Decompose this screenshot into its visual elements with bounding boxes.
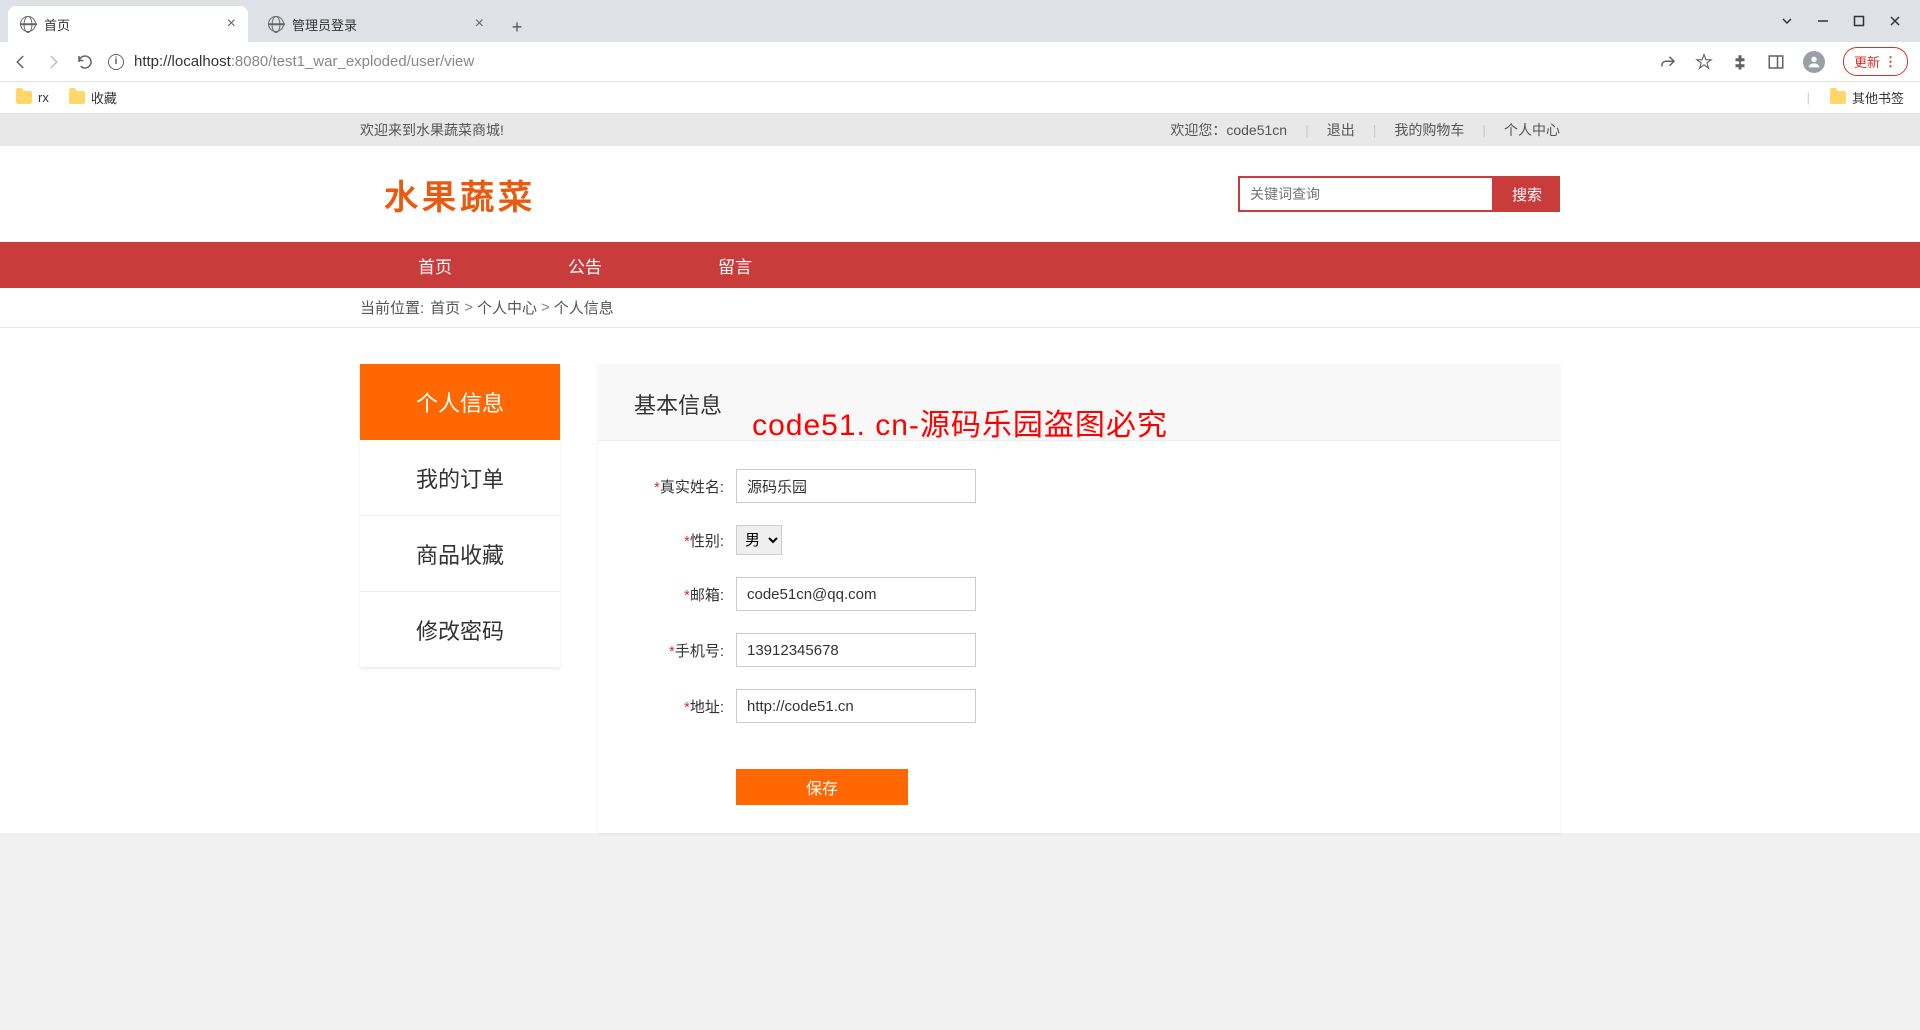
name-label: *真实姓名: <box>634 476 724 497</box>
search-box: 搜索 <box>1238 176 1560 212</box>
email-label: *邮箱: <box>634 584 724 605</box>
name-input[interactable] <box>736 469 976 503</box>
welcome-text: 欢迎来到水果蔬菜商城! <box>360 120 504 140</box>
gender-select[interactable]: 男 <box>736 525 782 555</box>
side-panel-icon[interactable] <box>1767 53 1785 71</box>
gender-label: *性别: <box>634 530 724 551</box>
url-text: http://localhost:8080/test1_war_exploded… <box>134 53 474 70</box>
profile-form: *真实姓名: *性别: 男 *邮箱: *手机号: *地址: <box>598 441 1560 833</box>
site-info-icon[interactable]: i <box>108 54 124 70</box>
tab-title: 管理员登录 <box>292 15 357 34</box>
sidebar-item-favorites[interactable]: 商品收藏 <box>360 516 560 592</box>
chevron-right-icon: > <box>464 299 473 316</box>
phone-input[interactable] <box>736 633 976 667</box>
reload-icon[interactable] <box>76 53 94 71</box>
folder-icon <box>16 91 32 104</box>
email-input[interactable] <box>736 577 976 611</box>
maximize-icon[interactable] <box>1852 14 1866 28</box>
site-header: 水果蔬菜 搜索 <box>0 146 1920 242</box>
profile-link[interactable]: 个人中心 <box>1504 120 1560 140</box>
sidebar: 个人信息 我的订单 商品收藏 修改密码 <box>360 364 560 668</box>
folder-icon <box>1830 91 1846 104</box>
update-button[interactable]: 更新⋮ <box>1843 47 1908 76</box>
cart-link[interactable]: 我的购物车 <box>1394 120 1464 140</box>
nav-message[interactable]: 留言 <box>660 242 810 288</box>
toolbar-right: 更新⋮ <box>1659 47 1908 76</box>
greeting: 欢迎您：code51cn <box>1170 120 1287 140</box>
address-label: *地址: <box>634 696 724 717</box>
chevron-right-icon: > <box>541 299 550 316</box>
new-tab-button[interactable]: + <box>502 12 532 42</box>
crumb-current: 个人信息 <box>554 297 614 318</box>
crumb-home[interactable]: 首页 <box>430 297 460 318</box>
forward-icon[interactable] <box>44 53 62 71</box>
browser-tab-inactive[interactable]: 管理员登录 × <box>256 6 496 42</box>
breadcrumb-label: 当前位置: <box>360 297 424 318</box>
close-window-icon[interactable] <box>1888 14 1902 28</box>
page: 欢迎来到水果蔬菜商城! 欢迎您：code51cn | 退出 | 我的购物车 | … <box>0 114 1920 833</box>
main-nav: 首页 公告 留言 <box>0 242 1920 288</box>
sidebar-item-password[interactable]: 修改密码 <box>360 592 560 668</box>
minimize-icon[interactable] <box>1816 14 1830 28</box>
address-bar[interactable]: i http://localhost:8080/test1_war_explod… <box>108 53 1645 70</box>
profile-avatar-icon[interactable] <box>1803 51 1825 73</box>
browser-tab-active[interactable]: 首页 × <box>8 6 248 42</box>
folder-icon <box>69 91 85 104</box>
panel-title: 基本信息 <box>598 364 1560 441</box>
globe-icon <box>268 16 284 32</box>
sidebar-item-orders[interactable]: 我的订单 <box>360 440 560 516</box>
logout-link[interactable]: 退出 <box>1327 120 1355 140</box>
back-icon[interactable] <box>12 53 30 71</box>
browser-tab-strip: 首页 × 管理员登录 × + <box>0 0 1920 42</box>
main-panel: 基本信息 *真实姓名: *性别: 男 *邮箱: *手机号: <box>598 364 1560 833</box>
window-controls <box>1762 0 1920 42</box>
close-icon[interactable]: × <box>475 15 484 33</box>
tab-title: 首页 <box>44 15 70 34</box>
address-input[interactable] <box>736 689 976 723</box>
content: 个人信息 我的订单 商品收藏 修改密码 基本信息 *真实姓名: *性别: 男 *… <box>360 364 1560 833</box>
browser-toolbar: i http://localhost:8080/test1_war_explod… <box>0 42 1920 82</box>
nav-notice[interactable]: 公告 <box>510 242 660 288</box>
search-button[interactable]: 搜索 <box>1494 176 1560 212</box>
extensions-icon[interactable] <box>1731 53 1749 71</box>
star-icon[interactable] <box>1695 53 1713 71</box>
bookmark-item[interactable]: 收藏 <box>69 88 117 107</box>
save-button[interactable]: 保存 <box>736 769 908 805</box>
bookmarks-bar: rx 收藏 |其他书签 <box>0 82 1920 114</box>
crumb-profile[interactable]: 个人中心 <box>477 297 537 318</box>
site-logo[interactable]: 水果蔬菜 <box>384 170 536 219</box>
phone-label: *手机号: <box>634 640 724 661</box>
sidebar-item-info[interactable]: 个人信息 <box>360 364 560 440</box>
breadcrumb: 当前位置: 首页 > 个人中心 > 个人信息 <box>0 288 1920 328</box>
site-topbar: 欢迎来到水果蔬菜商城! 欢迎您：code51cn | 退出 | 我的购物车 | … <box>0 114 1920 146</box>
chevron-down-icon[interactable] <box>1780 14 1794 28</box>
share-icon[interactable] <box>1659 53 1677 71</box>
search-input[interactable] <box>1238 176 1494 212</box>
globe-icon <box>20 16 36 32</box>
nav-home[interactable]: 首页 <box>360 242 510 288</box>
bookmark-item[interactable]: rx <box>16 90 49 105</box>
other-bookmarks[interactable]: |其他书签 <box>1807 88 1904 107</box>
close-icon[interactable]: × <box>227 15 236 33</box>
